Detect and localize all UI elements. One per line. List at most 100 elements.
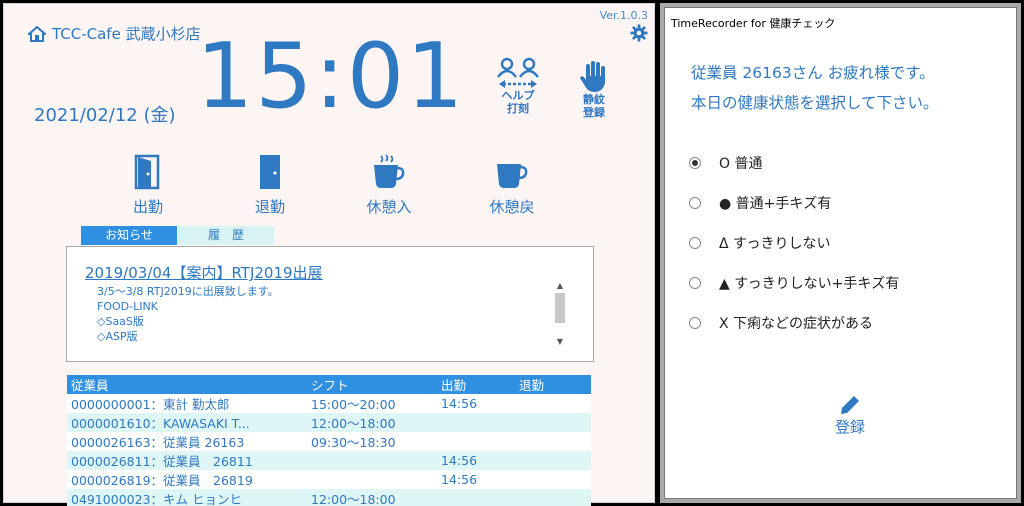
cell-clock-in: 14:56	[437, 394, 515, 413]
health-option-label: X 下痢などの症状がある	[719, 316, 874, 332]
cell-employee: 0000026163：従業員 26163	[67, 432, 307, 451]
table-row[interactable]: 0491000023：キム ヒョンヒ 12:00～18:00	[67, 489, 591, 506]
cell-shift: 12:00～18:00	[307, 413, 437, 432]
time-recorder-panel: TCC-Cafe 武蔵小杉店 Ver.1.0.3 15:01 2021/02/1…	[3, 3, 655, 506]
radio-button[interactable]	[689, 237, 701, 249]
cell-clock-in: 14:56	[437, 451, 515, 470]
radio-button[interactable]	[689, 317, 701, 329]
notice-line: 3/5～3/8 RTJ2019に出展致します。	[97, 285, 279, 298]
info-tabs: お知らせ 履 歴	[81, 226, 274, 245]
cell-employee: 0000026819：従業員 26819	[67, 470, 307, 489]
column-header-clock-out: 退勤	[515, 375, 591, 394]
table-row[interactable]: 0000001610：KAWASAKI T... 12:00～18:00	[67, 413, 591, 432]
health-option[interactable]: ▲ すっきりしない+手キズ有	[689, 263, 899, 303]
clock-out-label: 退勤	[254, 198, 285, 216]
settings-button[interactable]	[630, 24, 648, 46]
notice-line: ◇ASP版	[97, 330, 138, 343]
table-row[interactable]: 0000026163：従業員 26163 09:30～18:30	[67, 432, 591, 451]
health-option[interactable]: O 普通	[689, 143, 899, 183]
door-closed-icon	[260, 155, 280, 189]
health-option[interactable]: ● 普通+手キズ有	[689, 183, 899, 223]
scroll-up-icon[interactable]: ▲	[553, 281, 567, 291]
help-punch-label-2: 打刻	[507, 102, 529, 115]
break-out-button[interactable]: 休憩戻	[472, 154, 552, 217]
help-punch-label-1: ヘルプ	[501, 89, 535, 102]
radio-button[interactable]	[689, 197, 701, 209]
store-header: TCC-Cafe 武蔵小杉店	[28, 23, 201, 44]
tab-history[interactable]: 履 歴	[178, 226, 274, 245]
break-in-label: 休憩入	[366, 198, 412, 216]
greeting-line-1: 従業員 26163さん お疲れ様です。	[691, 64, 935, 82]
store-name: TCC-Cafe 武蔵小杉店	[52, 25, 201, 43]
radio-button[interactable]	[689, 157, 701, 169]
cell-clock-out	[515, 413, 591, 432]
notice-title-link[interactable]: 2019/03/04【案内】RTJ2019出展	[85, 262, 323, 283]
cell-clock-in	[437, 432, 515, 451]
cell-shift	[307, 470, 437, 489]
cell-employee: 0000026811：従業員 26811	[67, 451, 307, 470]
health-check-window: TimeRecorder for 健康チェック 従業員 26163さん お疲れ様…	[660, 3, 1021, 503]
palm-register-label-2: 登録	[583, 106, 605, 119]
cell-clock-out	[515, 451, 591, 470]
cell-clock-out	[515, 394, 591, 413]
current-date: 2021/02/12 (金)	[34, 105, 176, 126]
break-in-button[interactable]: 休憩入	[349, 154, 429, 217]
column-header-clock-in: 出勤	[437, 375, 515, 394]
health-option-label: Δ すっきりしない	[719, 236, 831, 252]
notice-line: FOOD-LINK	[97, 300, 158, 313]
palm-register-label-1: 静紋	[583, 93, 605, 106]
health-option[interactable]: X 下痢などの症状がある	[689, 303, 899, 343]
cell-shift: 09:30～18:30	[307, 432, 437, 451]
column-header-shift: シフト	[307, 375, 437, 394]
cell-clock-in: 14:56	[437, 470, 515, 489]
health-options: O 普通 ● 普通+手キズ有 Δ すっきりしない ▲ すっきりしない+手キズ有 …	[689, 143, 899, 343]
notice-line: ◇SaaS版	[97, 315, 144, 328]
clock-in-button[interactable]: 出勤	[108, 154, 188, 217]
register-label: 登録	[835, 418, 866, 436]
radio-button[interactable]	[689, 277, 701, 289]
current-time: 15:01	[196, 24, 466, 129]
table-header-row: 従業員 シフト 出勤 退勤	[67, 375, 591, 394]
notice-body: 3/5～3/8 RTJ2019に出展致します。 FOOD-LINK ◇SaaS版…	[97, 284, 279, 344]
break-out-label: 休憩戻	[489, 198, 535, 216]
coffee-cup-icon	[497, 164, 528, 188]
health-option-label: ● 普通+手キズ有	[719, 196, 832, 212]
notice-panel: 2019/03/04【案内】RTJ2019出展 3/5～3/8 RTJ2019に…	[66, 246, 594, 362]
health-option-label: O 普通	[719, 156, 763, 172]
cell-clock-out	[515, 470, 591, 489]
tab-notice[interactable]: お知らせ	[81, 226, 177, 245]
health-option[interactable]: Δ すっきりしない	[689, 223, 899, 263]
employee-table: 従業員 シフト 出勤 退勤 0000000001：東計 勤太郎 15:00～20…	[67, 375, 591, 506]
cell-clock-out	[515, 489, 591, 506]
column-header-employee: 従業員	[67, 375, 307, 394]
cell-clock-in	[437, 489, 515, 506]
dialog-title: TimeRecorder for 健康チェック	[671, 17, 836, 30]
table-row[interactable]: 0000026819：従業員 26819 14:56	[67, 470, 591, 489]
cell-shift: 15:00～20:00	[307, 394, 437, 413]
cell-employee: 0000001610：KAWASAKI T...	[67, 413, 307, 432]
greeting: 従業員 26163さん お疲れ様です。 本日の健康状態を選択して下さい。	[691, 58, 939, 118]
health-option-label: ▲ すっきりしない+手キズ有	[719, 276, 900, 292]
gear-icon	[630, 24, 648, 42]
table-row[interactable]: 0000000001：東計 勤太郎 15:00～20:00 14:56	[67, 394, 591, 413]
palm-register-button[interactable]: 静紋 登録	[570, 59, 618, 119]
cell-clock-in	[437, 413, 515, 432]
cell-employee: 0000000001：東計 勤太郎	[67, 394, 307, 413]
coffee-cup-steam-icon	[374, 154, 405, 188]
cell-clock-out	[515, 432, 591, 451]
pencil-icon	[841, 396, 859, 414]
hand-icon	[580, 61, 605, 92]
clock-in-label: 出勤	[132, 198, 163, 216]
door-open-icon	[134, 154, 160, 190]
cell-employee: 0491000023：キム ヒョンヒ	[67, 489, 307, 506]
home-icon	[28, 25, 46, 42]
scroll-down-icon[interactable]: ▼	[553, 337, 567, 347]
notice-scrollbar[interactable]: ▲ ▼	[553, 281, 567, 351]
table-row[interactable]: 0000026811：従業員 26811 14:56	[67, 451, 591, 470]
health-check-dialog: TimeRecorder for 健康チェック 従業員 26163さん お疲れ様…	[664, 7, 1017, 499]
help-punch-button[interactable]: ヘルプ 打刻	[490, 57, 546, 115]
register-button[interactable]: 登録	[835, 394, 865, 437]
scroll-thumb[interactable]	[555, 293, 565, 323]
clock-out-button[interactable]: 退勤	[230, 154, 310, 217]
cell-shift	[307, 451, 437, 470]
